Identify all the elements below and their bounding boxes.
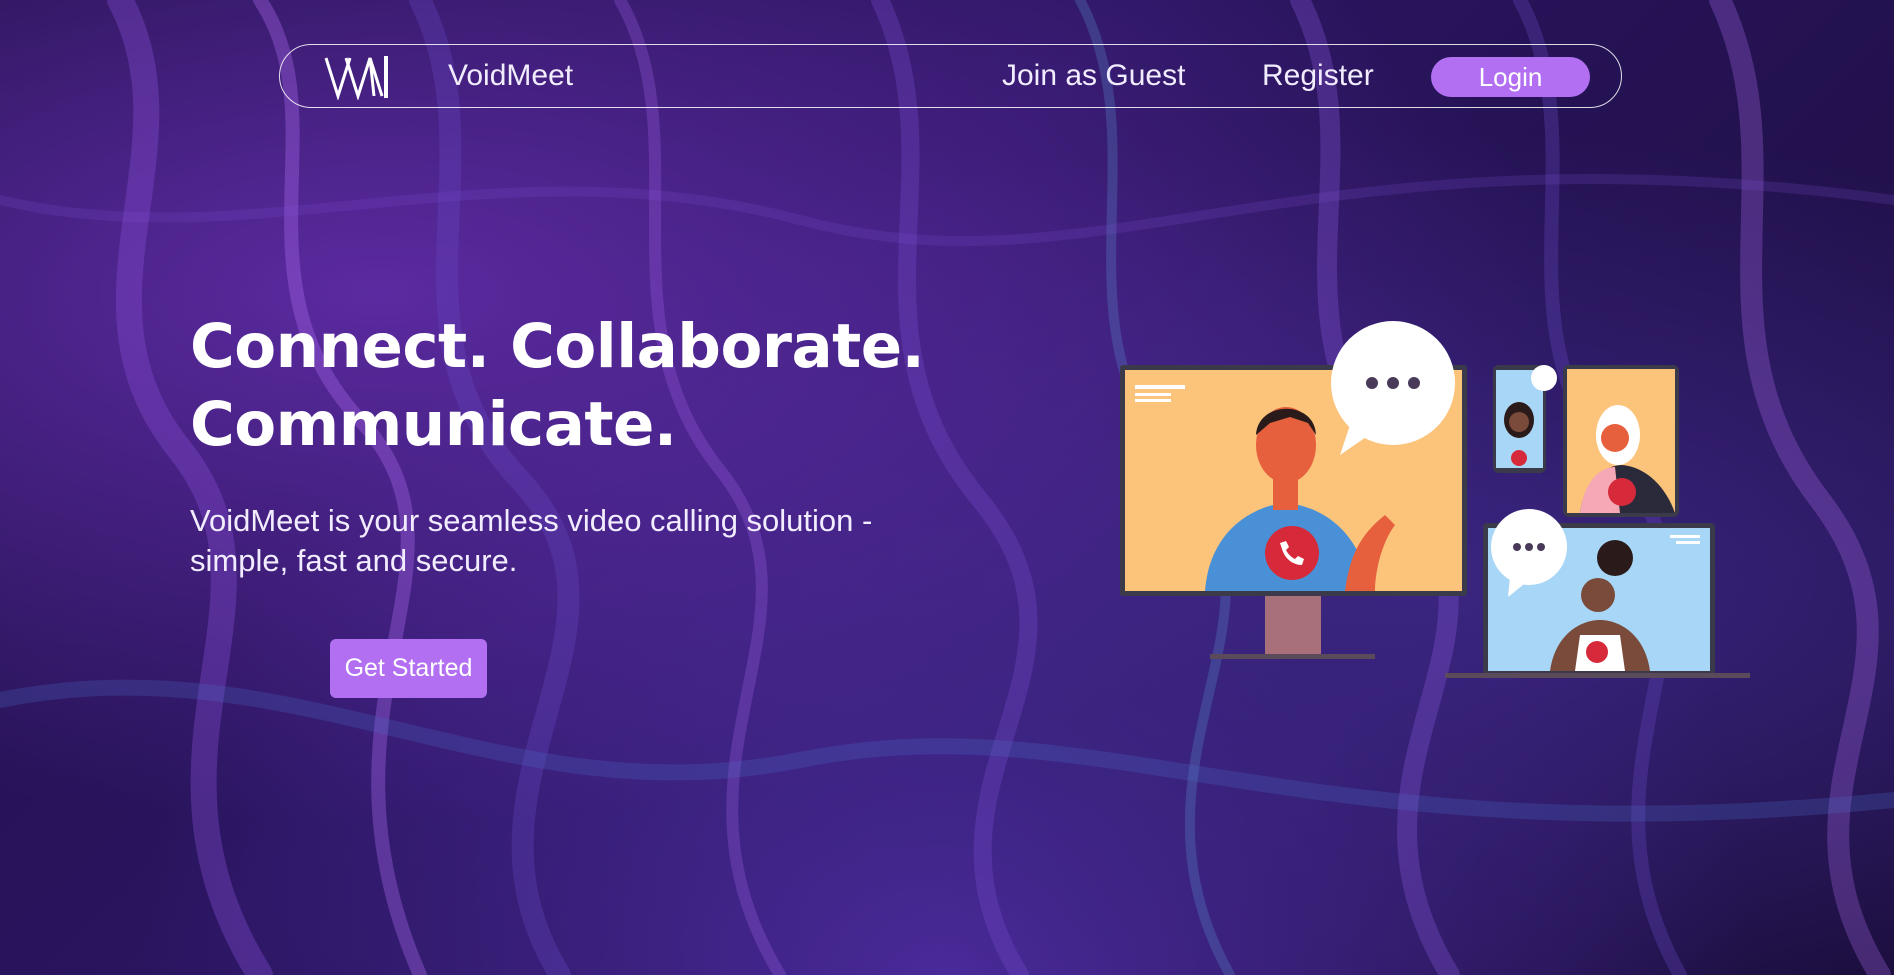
hero-subtitle: VoidMeet is your seamless video calling … [190, 501, 1010, 581]
video-call-illustration [1120, 321, 1750, 678]
hero-title-line-2: Communicate. [190, 389, 677, 460]
join-as-guest-link[interactable]: Join as Guest [1002, 59, 1185, 93]
phone-screen [1493, 365, 1557, 473]
login-button[interactable]: Login [1431, 57, 1590, 97]
brand-name[interactable]: VoidMeet [448, 59, 573, 93]
laptop-screen [1445, 523, 1750, 678]
tablet-screen [1563, 365, 1679, 517]
hero-subtitle-line-1: VoidMeet is your seamless video calling … [190, 503, 873, 538]
get-started-button[interactable]: Get Started [330, 639, 487, 698]
register-link[interactable]: Register [1262, 59, 1374, 93]
hero-subtitle-line-2: simple, fast and secure. [190, 543, 518, 578]
hangup-icon [1265, 526, 1319, 580]
top-navbar: VoidMeet Join as Guest Register Login [279, 44, 1622, 108]
landing-page: VoidMeet Join as Guest Register Login Co… [0, 0, 1894, 975]
hero-title: Connect. Collaborate. Communicate. [190, 308, 925, 464]
hero-title-line-1: Connect. Collaborate. [190, 311, 925, 382]
voidmeet-logo[interactable] [324, 54, 390, 100]
